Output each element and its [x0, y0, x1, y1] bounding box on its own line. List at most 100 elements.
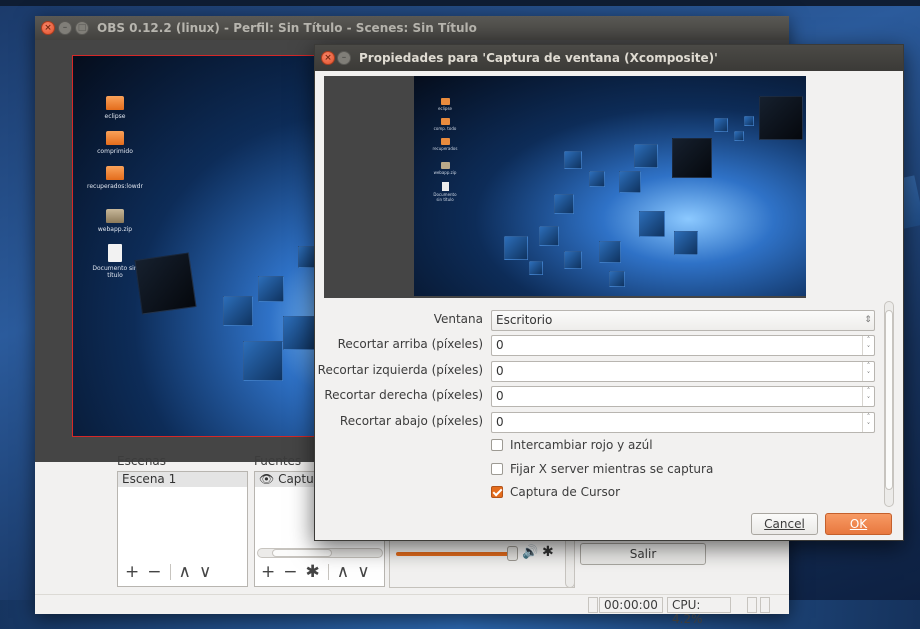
crop-right-label: Recortar derecha (píxeles)	[324, 388, 483, 402]
move-source-down-button[interactable]: ∨	[357, 562, 369, 582]
wallpaper-cube	[674, 231, 698, 255]
preview-desktop-icon: webapp.zip	[85, 209, 145, 233]
preview-desktop-icon: comprimido	[85, 131, 145, 155]
window-label: Ventana	[433, 312, 483, 326]
folder-icon	[440, 118, 450, 125]
eye-icon[interactable]: 👁	[259, 472, 274, 486]
scenes-title: Escenas	[117, 454, 167, 468]
volume-slider-handle[interactable]	[507, 546, 518, 561]
preview-desktop-icon: webapp.zip	[430, 162, 460, 175]
status-indicator	[760, 597, 770, 613]
scrollbar-thumb[interactable]	[885, 310, 893, 490]
wallpaper-cube	[672, 138, 712, 178]
wallpaper-cube	[634, 144, 658, 168]
properties-scrollbar[interactable]	[884, 301, 894, 507]
obs-minimize-button[interactable]: –	[58, 21, 72, 35]
lock-x-server-option[interactable]: Fijar X server mientras se captura	[491, 462, 713, 476]
toolbar-separator	[169, 564, 171, 580]
volume-slider-fill[interactable]	[396, 552, 513, 556]
wallpaper-cube	[283, 316, 317, 350]
obs-preview-canvas[interactable]: eclipse comprimido recuperados:lowdr web…	[72, 55, 322, 437]
wallpaper-cube	[759, 96, 803, 140]
crop-left-input[interactable]: 0 ˄ ˅	[491, 361, 875, 382]
preview-desktop-icon: recuperados:lowdr	[85, 166, 145, 190]
scene-item[interactable]: Escena 1	[118, 472, 247, 487]
capture-cursor-checkbox[interactable]	[491, 486, 503, 498]
crop-right-value: 0	[496, 389, 504, 403]
dialog-title: Propiedades para 'Captura de ventana (Xc…	[359, 51, 718, 65]
ok-button[interactable]: OK	[825, 513, 892, 535]
dialog-close-button[interactable]: ×	[321, 51, 335, 65]
remove-source-button[interactable]: −	[283, 562, 297, 582]
crop-bottom-input[interactable]: 0 ˄ ˅	[491, 412, 875, 433]
document-icon	[441, 182, 449, 191]
remove-scene-button[interactable]: −	[147, 562, 161, 582]
minimize-icon: –	[62, 23, 68, 33]
folder-icon	[106, 166, 124, 180]
gear-icon[interactable]: ✱	[306, 562, 320, 582]
obs-titlebar: × – □ OBS 0.12.2 (linux) - Perfil: Sin T…	[35, 16, 789, 40]
toolbar-separator	[327, 564, 329, 580]
scrollbar-thumb[interactable]	[272, 549, 332, 557]
sources-horizontal-scrollbar[interactable]	[257, 548, 383, 558]
folder-icon	[106, 131, 124, 145]
wallpaper-cube	[619, 171, 641, 193]
window-combo[interactable]: Escritorio ⇕	[491, 310, 875, 331]
document-icon	[108, 244, 122, 262]
status-indicator	[588, 597, 598, 613]
move-source-up-button[interactable]: ∧	[337, 562, 349, 582]
status-bar: 00:00:00 CPU: 4.2%	[35, 594, 789, 626]
source-item-label: Captur	[278, 472, 319, 486]
move-scene-up-button[interactable]: ∧	[179, 562, 191, 582]
cancel-button[interactable]: Cancel	[751, 513, 818, 535]
window-combo-value: Escritorio	[496, 313, 553, 327]
preview-desktop-icon: comp. todo	[430, 118, 460, 131]
lock-x-server-checkbox[interactable]	[491, 463, 503, 475]
sources-title: Fuentes	[254, 454, 302, 468]
swap-red-blue-checkbox[interactable]	[491, 439, 503, 451]
obs-maximize-button[interactable]: □	[75, 21, 89, 35]
crop-left-label: Recortar izquierda (píxeles)	[317, 363, 483, 377]
crop-bottom-label: Recortar abajo (píxeles)	[339, 414, 483, 428]
crop-left-value: 0	[496, 364, 504, 378]
capture-cursor-label: Captura de Cursor	[510, 485, 621, 499]
wallpaper-cube	[564, 251, 582, 269]
cancel-button-label: Cancel	[764, 517, 805, 531]
wallpaper-cube	[564, 151, 582, 169]
wallpaper-cube	[243, 341, 283, 381]
dialog-preview-area: eclipse comp. todo recuperados webapp.zi…	[324, 76, 806, 298]
wallpaper-cube	[599, 241, 621, 263]
wallpaper-cube	[744, 116, 754, 126]
sources-toolbar: + − ✱ ∧ ∨	[261, 562, 378, 582]
gear-icon[interactable]: ✱	[542, 544, 554, 560]
archive-icon	[106, 209, 124, 223]
wallpaper-cube	[134, 252, 197, 315]
speaker-icon[interactable]: 🔊	[522, 545, 538, 560]
dialog-titlebar: × – Propiedades para 'Captura de ventana…	[315, 45, 903, 71]
spin-arrows-icon[interactable]: ˄ ˅	[862, 413, 874, 432]
spin-arrows-icon[interactable]: ˄ ˅	[862, 336, 874, 355]
capture-cursor-option[interactable]: Captura de Cursor	[491, 485, 620, 499]
preview-desktop-icon: eclipse	[85, 96, 145, 120]
preview-desktop-icon: recuperados	[430, 138, 460, 151]
move-scene-down-button[interactable]: ∨	[199, 562, 211, 582]
exit-button[interactable]: Salir	[580, 543, 706, 565]
spin-arrows-icon[interactable]: ˄ ˅	[862, 362, 874, 381]
wallpaper-cube	[258, 276, 284, 302]
obs-close-button[interactable]: ×	[41, 21, 55, 35]
add-source-button[interactable]: +	[261, 562, 275, 582]
close-icon: ×	[324, 53, 332, 63]
swap-red-blue-option[interactable]: Intercambiar rojo y azúl	[491, 438, 653, 452]
crop-right-input[interactable]: 0 ˄ ˅	[491, 386, 875, 407]
add-scene-button[interactable]: +	[125, 562, 139, 582]
wallpaper-cube	[554, 194, 574, 214]
close-icon: ×	[44, 23, 52, 33]
status-cpu: CPU: 4.2%	[667, 597, 731, 626]
wallpaper-cube	[639, 211, 665, 237]
combo-arrows-icon: ⇕	[864, 315, 872, 325]
status-indicator	[747, 597, 757, 613]
dialog-minimize-button[interactable]: –	[337, 51, 351, 65]
folder-icon	[106, 96, 124, 110]
crop-top-input[interactable]: 0 ˄ ˅	[491, 335, 875, 356]
spin-arrows-icon[interactable]: ˄ ˅	[862, 387, 874, 406]
